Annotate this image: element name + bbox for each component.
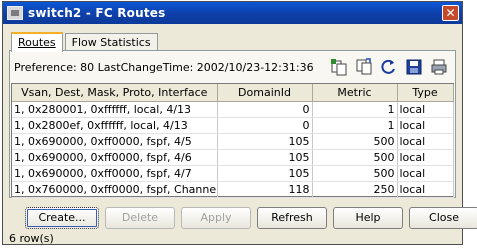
cell-route: 1, 0x2800ef, 0xffffff, local, 4/13 — [12, 117, 218, 134]
refresh-button[interactable]: Refresh — [257, 207, 327, 229]
table-row[interactable]: 1, 0x280001, 0xffffff, local, 4/13 0 1 l… — [12, 101, 454, 118]
table-header-row: Vsan, Dest, Mask, Proto, Interface Domai… — [12, 84, 454, 102]
cell-domainid: 105 — [217, 149, 313, 166]
cell-metric: 500 — [312, 165, 398, 182]
cell-route: 1, 0x690000, 0xff0000, fspf, 4/7 — [12, 165, 218, 182]
table-row[interactable]: 1, 0x2800ef, 0xffffff, local, 4/13 0 1 l… — [12, 117, 454, 134]
tab-strip: Routes Flow Statistics — [11, 31, 160, 52]
cell-metric: 1 — [312, 101, 398, 118]
row-count-status: 6 row(s) — [9, 232, 54, 245]
table-row[interactable]: 1, 0x690000, 0xff0000, fspf, 4/5 105 500… — [12, 133, 454, 150]
apply-button[interactable]: Apply — [181, 207, 251, 229]
app-icon — [7, 6, 23, 20]
refresh-icon[interactable] — [379, 57, 399, 77]
toolbar — [329, 57, 449, 77]
cell-metric: 500 — [312, 133, 398, 150]
cell-route: 1, 0x690000, 0xff0000, fspf, 4/6 — [12, 149, 218, 166]
create-button[interactable]: Create... — [25, 207, 99, 229]
column-header-type[interactable]: Type — [397, 84, 454, 102]
column-header-vsan[interactable]: Vsan, Dest, Mask, Proto, Interface — [12, 84, 218, 102]
fc-routes-window: switch2 - FC Routes ✕ Routes Flow Statis… — [2, 1, 477, 245]
cell-domainid: 0 — [217, 117, 313, 134]
column-header-metric[interactable]: Metric — [312, 84, 398, 102]
title-bar[interactable]: switch2 - FC Routes ✕ — [3, 2, 462, 24]
cell-type: local — [397, 101, 454, 118]
cell-domainid: 105 — [217, 133, 313, 150]
cell-type: local — [397, 181, 454, 198]
cell-route: 1, 0x280001, 0xffffff, local, 4/13 — [12, 101, 218, 118]
cell-route: 1, 0x690000, 0xff0000, fspf, 4/5 — [12, 133, 218, 150]
button-bar: Create... Delete Apply Refresh Help Clos… — [25, 207, 477, 229]
cell-domainid: 105 — [217, 165, 313, 182]
table-row[interactable]: 1, 0x760000, 0xff0000, fspf, Channel1 11… — [12, 181, 454, 198]
save-icon[interactable] — [404, 57, 424, 77]
cell-type: local — [397, 149, 454, 166]
cell-type: local — [397, 117, 454, 134]
cell-domainid: 118 — [217, 181, 313, 198]
print-icon[interactable] — [429, 57, 449, 77]
table-row[interactable]: 1, 0x690000, 0xff0000, fspf, 4/7 105 500… — [12, 165, 454, 182]
close-button[interactable]: Close — [409, 207, 477, 229]
cell-metric: 250 — [312, 181, 398, 198]
tab-routes[interactable]: Routes — [11, 32, 63, 52]
column-header-domainid[interactable]: DomainId — [217, 84, 313, 102]
cell-domainid: 0 — [217, 101, 313, 118]
routes-panel: Preference: 80 LastChangeTime: 2002/10/2… — [9, 50, 456, 198]
routes-table[interactable]: Vsan, Dest, Mask, Proto, Interface Domai… — [11, 83, 454, 198]
window-title: switch2 - FC Routes — [28, 6, 166, 20]
create-row-icon[interactable] — [329, 57, 349, 77]
delete-button[interactable]: Delete — [105, 207, 175, 229]
cell-route: 1, 0x760000, 0xff0000, fspf, Channel1 — [12, 181, 218, 198]
preference-info: Preference: 80 LastChangeTime: 2002/10/2… — [14, 61, 314, 74]
cell-metric: 500 — [312, 149, 398, 166]
cell-metric: 1 — [312, 117, 398, 134]
tab-flow-statistics[interactable]: Flow Statistics — [64, 33, 158, 51]
cell-type: local — [397, 165, 454, 182]
close-window-button[interactable]: ✕ — [442, 5, 459, 21]
cell-type: local — [397, 133, 454, 150]
table-row[interactable]: 1, 0x690000, 0xff0000, fspf, 4/6 105 500… — [12, 149, 454, 166]
copy-icon[interactable] — [354, 57, 374, 77]
help-button[interactable]: Help — [333, 207, 403, 229]
